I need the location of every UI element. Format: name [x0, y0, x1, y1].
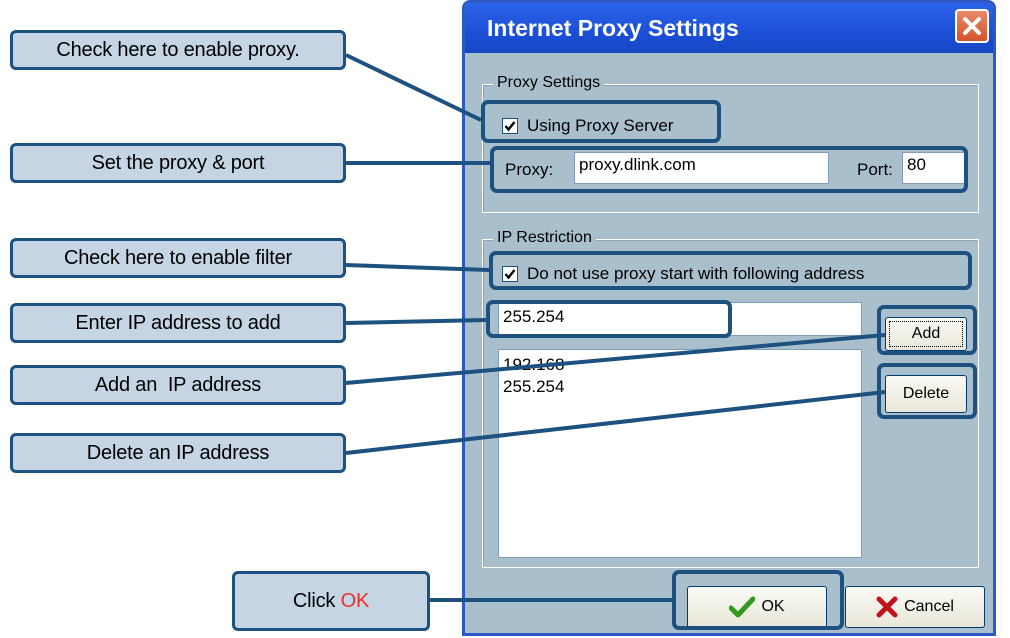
cancel-button-label: Cancel: [904, 598, 954, 615]
callout-enable-proxy-text: Check here to enable proxy.: [56, 38, 300, 61]
dialog-title: Internet Proxy Settings: [487, 15, 739, 41]
highlight-proxy-port: [490, 146, 968, 193]
callout-delete-ip-text: Delete an IP address: [86, 441, 270, 464]
callout-set-proxy: Set the proxy & port: [10, 143, 346, 183]
cancel-button[interactable]: Cancel: [845, 586, 985, 628]
callout-enable-proxy: Check here to enable proxy.: [10, 30, 346, 70]
ip-restriction-group-title: IP Restriction: [493, 229, 596, 247]
highlight-delete: [877, 363, 977, 419]
callout-click-ok-text: OK: [340, 589, 370, 612]
highlight-using-proxy: [481, 100, 721, 143]
ip-address-list[interactable]: 192.168 255.254: [498, 349, 862, 558]
callout-click-ok: Click OK: [232, 571, 430, 631]
cancel-x-icon: [876, 596, 898, 618]
callout-click-prefix: Click: [292, 589, 341, 612]
callout-enable-filter: Check here to enable filter: [10, 238, 346, 278]
callout-add-ip-text: Add an IP address: [94, 373, 262, 396]
proxy-settings-group-title: Proxy Settings: [493, 74, 605, 92]
callout-enter-ip-text: Enter IP address to add: [75, 311, 281, 334]
close-button[interactable]: [955, 9, 989, 43]
highlight-filter: [489, 251, 972, 290]
callout-set-proxy-text: Set the proxy & port: [91, 151, 265, 174]
callout-add-ip: Add an IP address: [10, 365, 346, 405]
close-icon: [963, 17, 981, 35]
title-bar[interactable]: Internet Proxy Settings: [465, 3, 993, 53]
callout-enter-ip: Enter IP address to add: [10, 303, 346, 343]
highlight-ip-input: [486, 300, 732, 338]
list-item[interactable]: 255.254: [503, 376, 857, 398]
callout-enable-filter-text: Check here to enable filter: [63, 246, 293, 269]
callout-delete-ip: Delete an IP address: [10, 433, 346, 473]
list-item[interactable]: 192.168: [503, 354, 857, 376]
highlight-add: [877, 305, 977, 355]
highlight-ok: [672, 570, 844, 630]
